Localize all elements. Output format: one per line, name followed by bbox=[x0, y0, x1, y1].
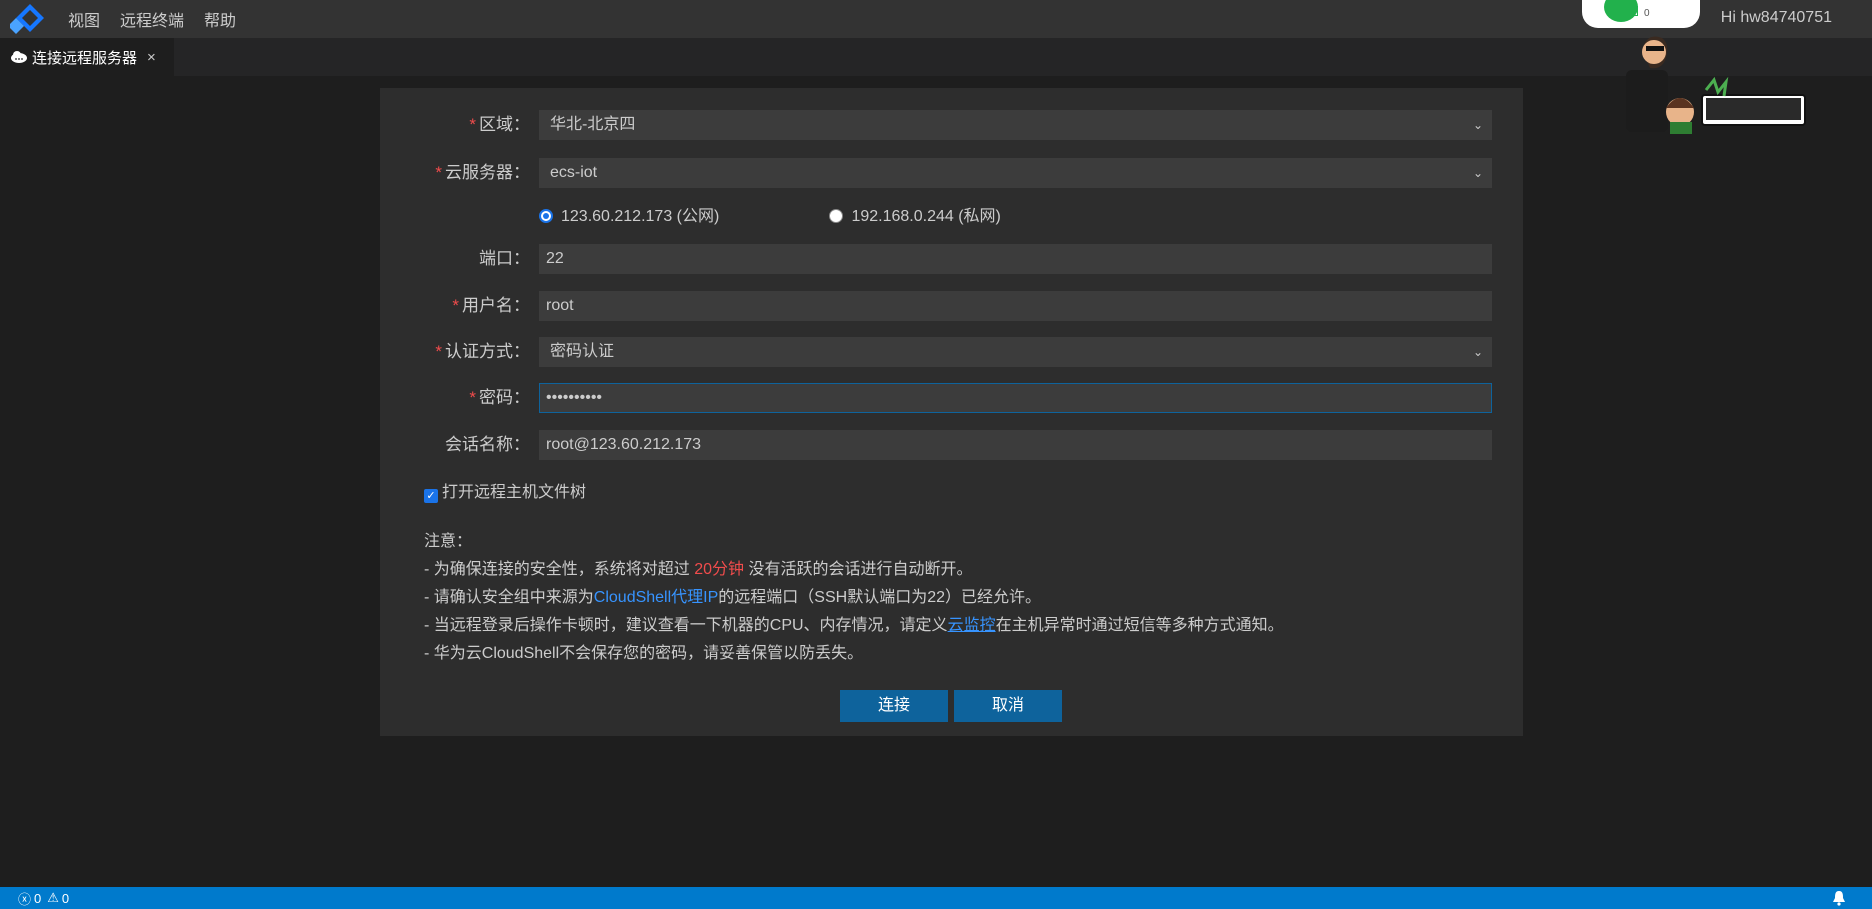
cancel-button[interactable]: 取消 bbox=[954, 690, 1062, 722]
proxy-ip-highlight: CloudShell代理IP bbox=[593, 589, 719, 606]
menu-bar: 视图 远程终端 帮助 0 Hi hw84740751 bbox=[0, 0, 1872, 38]
desktop-pet-sticker[interactable] bbox=[1622, 30, 1807, 135]
auth-row: * 认证方式： 密码认证 ⌄ bbox=[380, 337, 1523, 367]
chevron-down-icon: ⌄ bbox=[1472, 166, 1483, 180]
port-label: 端口： bbox=[479, 249, 530, 268]
radio-checked-icon bbox=[539, 209, 553, 223]
region-row: * 区域： 华北-北京四 ⌄ bbox=[380, 110, 1523, 140]
required-mark: * bbox=[469, 388, 476, 407]
ip-radio-group: 123.60.212.173 (公网) 192.168.0.244 (私网) bbox=[539, 202, 1001, 226]
auth-label: * 认证方式： bbox=[435, 342, 530, 361]
required-mark: * bbox=[452, 296, 459, 315]
notes-title: 注意： bbox=[424, 533, 473, 550]
note-line-2: - 请确认安全组中来源为CloudShell代理IP的远程端口（SSH默认端口为… bbox=[424, 589, 1041, 606]
session-name-input[interactable]: root@123.60.212.173 bbox=[539, 430, 1492, 460]
server-row: * 云服务器： ecs-iot ⌄ bbox=[380, 158, 1523, 188]
open-file-tree-label: 打开远程主机文件树 bbox=[442, 484, 587, 501]
server-value: ecs-iot bbox=[550, 164, 598, 181]
error-count[interactable]: 0 bbox=[34, 891, 41, 906]
menu-remote-terminal[interactable]: 远程终端 bbox=[120, 7, 184, 31]
username-input[interactable]: root bbox=[539, 291, 1492, 321]
tab-bar: 连接远程服务器 × bbox=[0, 38, 1872, 76]
checkbox-checked-icon: ✓ bbox=[424, 489, 438, 503]
user-greeting[interactable]: Hi hw84740751 bbox=[1721, 9, 1832, 27]
connect-button[interactable]: 连接 bbox=[840, 690, 948, 722]
server-label: * 云服务器： bbox=[435, 163, 530, 182]
required-mark: * bbox=[469, 115, 476, 134]
wifi-widget[interactable]: 0 bbox=[1582, 0, 1700, 28]
battery-icon bbox=[1632, 6, 1638, 16]
notes-section: 注意： - 为确保连接的安全性，系统将对超过 20分钟 没有活跃的会话进行自动断… bbox=[424, 528, 1284, 668]
radio-public-ip[interactable]: 123.60.212.173 (公网) bbox=[539, 202, 825, 226]
password-row: * 密码： •••••••••• bbox=[380, 383, 1523, 413]
app-logo-icon bbox=[8, 0, 50, 38]
required-mark: * bbox=[435, 163, 442, 182]
region-select[interactable]: 华北-北京四 ⌄ bbox=[539, 110, 1492, 140]
radio-private-ip[interactable]: 192.168.0.244 (私网) bbox=[829, 208, 1001, 225]
menu-help[interactable]: 帮助 bbox=[204, 7, 236, 31]
bell-icon[interactable] bbox=[1832, 890, 1846, 906]
status-bar: ⓧ 0 ⚠ 0 bbox=[0, 887, 1872, 909]
auth-value: 密码认证 bbox=[550, 343, 615, 360]
open-file-tree-checkbox[interactable]: ✓ 打开远程主机文件树 bbox=[424, 478, 586, 503]
username-label: * 用户名： bbox=[452, 296, 530, 315]
radio-public-label: 123.60.212.173 (公网) bbox=[561, 208, 720, 225]
port-input[interactable]: 22 bbox=[539, 244, 1492, 274]
region-label: * 区域： bbox=[469, 115, 530, 134]
session-row: 会话名称： root@123.60.212.173 bbox=[380, 430, 1523, 460]
password-label: * 密码： bbox=[469, 388, 530, 407]
session-label: 会话名称： bbox=[445, 435, 530, 454]
cloud-monitor-link[interactable]: 云监控 bbox=[948, 617, 996, 634]
note-line-4: - 华为云CloudShell不会保存您的密码，请妥善保管以防丢失。 bbox=[424, 645, 864, 662]
error-icon[interactable]: ⓧ bbox=[18, 889, 31, 908]
username-row: * 用户名： root bbox=[380, 291, 1523, 321]
radio-unchecked-icon bbox=[829, 209, 844, 223]
close-icon[interactable]: × bbox=[147, 49, 156, 66]
note-line-1: - 为确保连接的安全性，系统将对超过 20分钟 没有活跃的会话进行自动断开。 bbox=[424, 561, 973, 578]
warning-icon[interactable]: ⚠ bbox=[47, 890, 59, 906]
tab-connect-remote-server[interactable]: 连接远程服务器 × bbox=[0, 38, 174, 76]
menu-view[interactable]: 视图 bbox=[68, 7, 100, 31]
auth-select[interactable]: 密码认证 ⌄ bbox=[539, 337, 1492, 367]
radio-private-label: 192.168.0.244 (私网) bbox=[851, 208, 1001, 225]
connect-form-panel: * 区域： 华北-北京四 ⌄ * 云服务器： ecs-iot ⌄ 123.60.21… bbox=[380, 88, 1523, 736]
port-row: 端口： 22 bbox=[380, 244, 1523, 274]
wifi-count: 0 bbox=[1644, 8, 1650, 19]
warning-count[interactable]: 0 bbox=[62, 891, 69, 906]
server-select[interactable]: ecs-iot ⌄ bbox=[539, 158, 1492, 188]
cloud-icon bbox=[11, 51, 27, 63]
chevron-down-icon: ⌄ bbox=[1472, 118, 1483, 132]
tab-label: 连接远程服务器 bbox=[32, 49, 138, 67]
password-input[interactable]: •••••••••• bbox=[539, 383, 1492, 413]
note-line-3: - 当远程登录后操作卡顿时，建议查看一下机器的CPU、内存情况，请定义云监控在主… bbox=[424, 617, 1284, 634]
required-mark: * bbox=[435, 342, 442, 361]
timeout-highlight: 20分钟 bbox=[694, 561, 745, 578]
region-value: 华北-北京四 bbox=[550, 116, 636, 133]
chevron-down-icon: ⌄ bbox=[1472, 345, 1483, 359]
